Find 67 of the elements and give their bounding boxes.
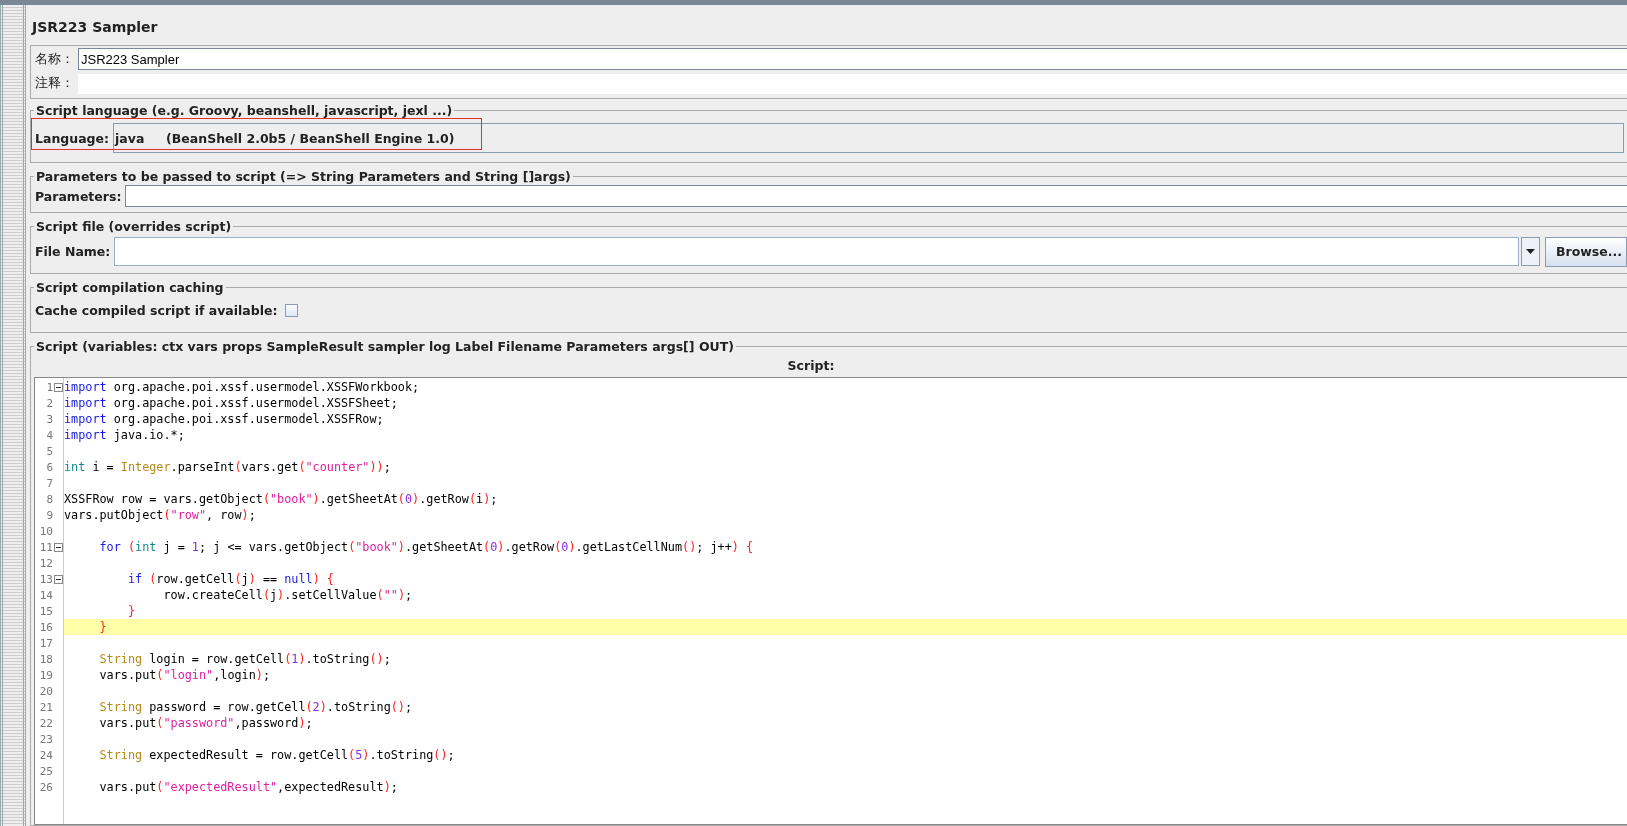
code-line: vars.put("expectedResult",expectedResult); — [98, 780, 398, 794]
code-line: String password = row.getCell(2).toString(); — [98, 700, 413, 714]
line-number: 4 — [46, 428, 53, 442]
line-number: 7 — [46, 476, 53, 490]
cache-label: Cache compiled script if available: — [34, 303, 279, 318]
language-label: Language: — [34, 130, 110, 146]
line-number: 26 — [39, 780, 53, 794]
name-label: 名称： — [34, 50, 75, 68]
cache-checkbox[interactable] — [285, 304, 299, 317]
file-name-label: File Name: — [34, 244, 112, 259]
code-line: vars.putObject("row", row); — [64, 508, 256, 522]
line-number: 11 — [39, 540, 53, 554]
line-number: 13 — [39, 572, 53, 586]
line-number: 2 — [46, 396, 53, 410]
line-number: 20 — [39, 684, 53, 698]
line-number: 23 — [39, 732, 53, 746]
collapse-icon[interactable] — [54, 542, 63, 552]
collapse-icon[interactable] — [54, 382, 63, 392]
line-number: 24 — [39, 748, 53, 762]
line-number: 12 — [39, 556, 53, 570]
line-number: 6 — [46, 460, 53, 474]
parameters-label: Parameters: — [34, 188, 123, 204]
line-number: 21 — [39, 700, 53, 714]
comment-label: 注释： — [34, 74, 75, 92]
line-number: 14 — [39, 588, 53, 602]
line-number: 19 — [39, 668, 53, 682]
code-line: import org.apache.poi.xssf.usermodel.XSSFRow; — [64, 412, 384, 426]
line-number: 16 — [39, 620, 53, 634]
line-number: 22 — [39, 716, 53, 730]
line-number: 25 — [39, 764, 53, 778]
code-line: import java.io.*; — [64, 428, 185, 442]
line-number: 8 — [46, 492, 53, 506]
group-title: Script compilation caching — [35, 280, 225, 295]
code-line: if (row.getCell(j) == null) { — [126, 572, 334, 586]
group-title: Parameters to be passed to script (=> String Parameters and String []args) — [35, 169, 572, 184]
code-line: import org.apache.poi.xssf.usermodel.XSSFSheet; — [64, 396, 398, 410]
panel-title: JSR223 Sampler — [30, 18, 159, 37]
code-line: int i = Integer.parseInt(vars.get("counter")); — [64, 460, 391, 474]
splitter-handle[interactable] — [0, 5, 26, 826]
code-line: } — [98, 620, 107, 634]
group-title: Script (variables: ctx vars props SampleResult sampler log Label Filename Parameters args[] OUT) — [35, 339, 735, 354]
line-number: 17 — [39, 636, 53, 650]
group-title: Script language (e.g. Groovy, beanshell, javascript, jexl ...) — [35, 103, 454, 118]
code-line: vars.put("login",login); — [98, 668, 270, 682]
group-title: Script file (overrides script) — [35, 219, 233, 234]
code-line: row.createCell(j).setCellValue(""); — [162, 588, 413, 602]
line-number: 9 — [46, 508, 53, 522]
line-number: 5 — [46, 444, 53, 458]
code-line: XSSFRow row = vars.getObject("book").getSheetAt(0).getRow(i); — [64, 492, 498, 506]
collapse-icon[interactable] — [54, 574, 63, 584]
code-line: for (int j = 1; j <= vars.getObject("book").getSheetAt(0).getRow(0).getLastCellNum(); j++) { — [98, 540, 754, 554]
file-name-field[interactable] — [114, 237, 1519, 266]
code-line: String expectedResult = row.getCell(5).toString(); — [98, 748, 455, 762]
line-number: 10 — [39, 524, 53, 538]
name-field[interactable]: JSR223 Sampler — [78, 48, 1627, 70]
code-line: import org.apache.poi.xssf.usermodel.XSSFWorkbook; — [64, 380, 420, 394]
language-dropdown[interactable]: java (BeanShell 2.0b5 / BeanShell Engine 1.0) — [113, 123, 1624, 153]
browse-button[interactable]: Browse... — [1545, 236, 1627, 267]
code-line: String login = row.getCell(1).toString(); — [98, 652, 391, 666]
line-number: 3 — [46, 412, 53, 426]
line-number: 18 — [39, 652, 53, 666]
line-number: 1 — [46, 380, 53, 394]
code-line: vars.put("password",password); — [98, 716, 313, 730]
script-label: Script: — [786, 357, 836, 375]
code-line: } — [126, 604, 136, 618]
parameters-field[interactable] — [125, 185, 1627, 207]
line-number: 15 — [39, 604, 53, 618]
